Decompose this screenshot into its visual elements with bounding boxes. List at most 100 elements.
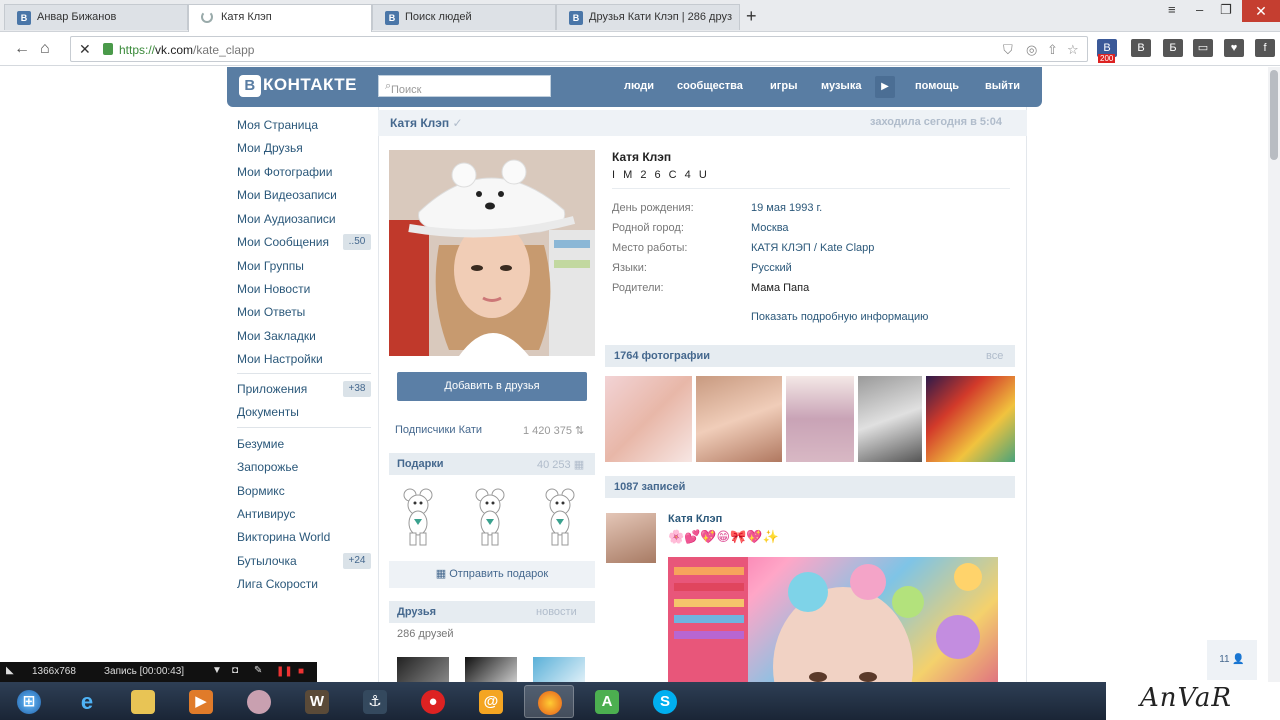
tab-search-people[interactable]: В Поиск людей xyxy=(372,4,556,30)
taskbar-mail[interactable]: @ xyxy=(466,685,516,718)
gift-bear-icon[interactable] xyxy=(398,485,438,547)
info-birthday[interactable]: 19 мая 1993 г. xyxy=(751,202,822,214)
menu-my-settings[interactable]: Мои Настройки xyxy=(237,352,323,366)
nav-communities[interactable]: сообщества xyxy=(677,80,743,92)
shield-icon[interactable]: ⛉ xyxy=(1003,42,1013,58)
likes-counter[interactable]: 11 👤 xyxy=(1207,640,1257,680)
dropdown-icon[interactable]: ▼ xyxy=(212,665,222,676)
address-bar[interactable]: ✕ https://vk.com/kate_clapp ⛉ ◎ ⇧ ☆ xyxy=(70,36,1088,62)
app-quiz-world[interactable]: Викторина World xyxy=(237,530,330,544)
extension-heart-icon[interactable]: ♥ xyxy=(1224,39,1244,57)
taskbar-media[interactable]: ▶ xyxy=(176,685,226,718)
menu-my-friends[interactable]: Мои Друзья xyxy=(237,141,303,155)
stop-icon[interactable]: ■ xyxy=(298,666,304,677)
info-workplace[interactable]: КАТЯ КЛЭП / Kate Clapp xyxy=(751,242,874,254)
menu-my-messages[interactable]: Мои Сообщения xyxy=(237,235,329,249)
app-bezumie[interactable]: Безумие xyxy=(237,437,284,451)
nav-games[interactable]: игры xyxy=(770,80,797,92)
menu-my-groups[interactable]: Мои Группы xyxy=(237,259,304,273)
app-bottle[interactable]: Бутылочка xyxy=(237,554,297,568)
friends-count[interactable]: 286 друзей xyxy=(397,628,454,640)
taskbar-explorer[interactable] xyxy=(118,685,168,718)
taskbar-world-of-tanks[interactable]: W xyxy=(292,685,342,718)
photo-thumbnail[interactable] xyxy=(858,376,922,462)
taskbar-app[interactable] xyxy=(234,685,284,718)
taskbar-skype[interactable]: S xyxy=(640,685,690,718)
menu-my-bookmarks[interactable]: Мои Закладки xyxy=(237,329,316,343)
new-tab-button[interactable]: + xyxy=(746,6,757,27)
taskbar-world-of-warships[interactable]: ⚓ xyxy=(350,685,400,718)
app-wormix[interactable]: Вормикс xyxy=(237,484,285,498)
share-icon[interactable]: ⇧ xyxy=(1047,42,1058,58)
minimize-icon[interactable]: – xyxy=(1196,2,1203,17)
vk-logo[interactable]: В КОНТАКТЕ xyxy=(239,75,357,97)
nav-music[interactable]: музыка xyxy=(821,80,861,92)
nav-logout[interactable]: выйти xyxy=(985,80,1020,92)
app-antivirus[interactable]: Антивирус xyxy=(237,507,295,521)
menu-my-photos[interactable]: Мои Фотографии xyxy=(237,165,332,179)
home-icon[interactable]: ⌂ xyxy=(40,40,50,58)
photos-all-link[interactable]: все xyxy=(986,350,1003,362)
add-friend-button[interactable]: Добавить в друзья xyxy=(397,372,587,401)
menu-my-answers[interactable]: Мои Ответы xyxy=(237,305,305,319)
photo-thumbnail[interactable] xyxy=(786,376,854,462)
last-seen: заходила сегодня в 5:04 xyxy=(870,116,1002,128)
info-languages[interactable]: Русский xyxy=(751,262,792,274)
post-author-name[interactable]: Катя Клэп xyxy=(668,513,722,525)
extension-screen-icon[interactable]: ▭ xyxy=(1193,39,1213,57)
taskbar-recorder[interactable]: ● xyxy=(408,685,458,718)
app-speed-league[interactable]: Лига Скорости xyxy=(237,577,318,591)
vk-favicon-icon: В xyxy=(385,11,399,25)
pen-icon[interactable]: ✎ xyxy=(254,665,262,676)
tab-katya-klep[interactable]: Катя Клэп xyxy=(188,4,372,32)
show-more-link[interactable]: Показать подробную информацию xyxy=(751,311,928,323)
stop-loading-icon[interactable]: ✕ xyxy=(79,41,91,58)
start-button[interactable]: ⊞ xyxy=(4,685,54,718)
back-icon[interactable]: ← xyxy=(14,40,30,58)
menu-my-page[interactable]: Моя Страница xyxy=(237,118,318,132)
menu-my-news[interactable]: Мои Новости xyxy=(237,282,310,296)
profile-avatar[interactable] xyxy=(389,150,595,356)
bookmark-star-icon[interactable]: ☆ xyxy=(1067,42,1079,58)
scrollbar-thumb[interactable] xyxy=(1270,70,1278,160)
nav-play-icon[interactable]: ▶ xyxy=(875,76,895,98)
subscribers-label[interactable]: Подписчики Кати xyxy=(395,424,482,436)
tab-anvar[interactable]: В Анвар Бижанов xyxy=(4,4,188,30)
close-window-button[interactable]: ✕ xyxy=(1242,0,1280,22)
friend-thumbnail[interactable] xyxy=(397,657,449,683)
friends-news-link[interactable]: новости xyxy=(536,606,577,618)
menu-my-audio[interactable]: Мои Аудиозаписи xyxy=(237,212,336,226)
taskbar-ie[interactable]: e xyxy=(62,685,112,718)
post-author-avatar[interactable] xyxy=(606,513,656,563)
friend-thumbnail[interactable] xyxy=(465,657,517,683)
info-hometown[interactable]: Москва xyxy=(751,222,789,234)
photo-thumbnail[interactable] xyxy=(926,376,1015,462)
taskbar-firefox[interactable] xyxy=(524,685,574,718)
nav-people[interactable]: люди xyxy=(624,80,654,92)
pause-icon[interactable]: ❚❚ xyxy=(276,666,293,677)
friend-thumbnail[interactable] xyxy=(533,657,585,683)
send-gift-button[interactable]: ▦ Отправить подарок xyxy=(389,561,595,588)
url-text: https://vk.com/kate_clapp xyxy=(119,43,255,57)
tab-friends[interactable]: В Друзья Кати Клэп | 286 друз xyxy=(556,4,740,30)
menu-apps[interactable]: Приложения xyxy=(237,382,307,396)
camera-icon[interactable]: ◘ xyxy=(232,665,238,676)
profile-header-name[interactable]: Катя Клэп ✓ xyxy=(390,116,463,130)
post-text: 🌸💕💖😁🎀💖✨ xyxy=(668,529,779,544)
gift-bear-icon[interactable] xyxy=(540,485,580,547)
photo-thumbnail[interactable] xyxy=(696,376,782,462)
photo-thumbnail[interactable] xyxy=(605,376,692,462)
restore-icon[interactable]: ❐ xyxy=(1220,2,1232,18)
extension-b-icon[interactable]: Б xyxy=(1163,39,1183,57)
menu-my-videos[interactable]: Мои Видеозаписи xyxy=(237,188,337,202)
menu-documents[interactable]: Документы xyxy=(237,405,299,419)
target-icon[interactable]: ◎ xyxy=(1026,42,1037,58)
vk-search-input[interactable]: ⌕ Поиск xyxy=(378,75,551,97)
app-zaporozhye[interactable]: Запорожье xyxy=(237,460,298,474)
menu-icon[interactable]: ≡ xyxy=(1168,2,1176,17)
extension-facebook-icon[interactable]: f xyxy=(1255,39,1275,57)
extension-v-icon[interactable]: В xyxy=(1131,39,1151,57)
taskbar-app-a[interactable]: A xyxy=(582,685,632,718)
nav-help[interactable]: помощь xyxy=(915,80,959,92)
gift-bear-icon[interactable] xyxy=(470,485,510,547)
